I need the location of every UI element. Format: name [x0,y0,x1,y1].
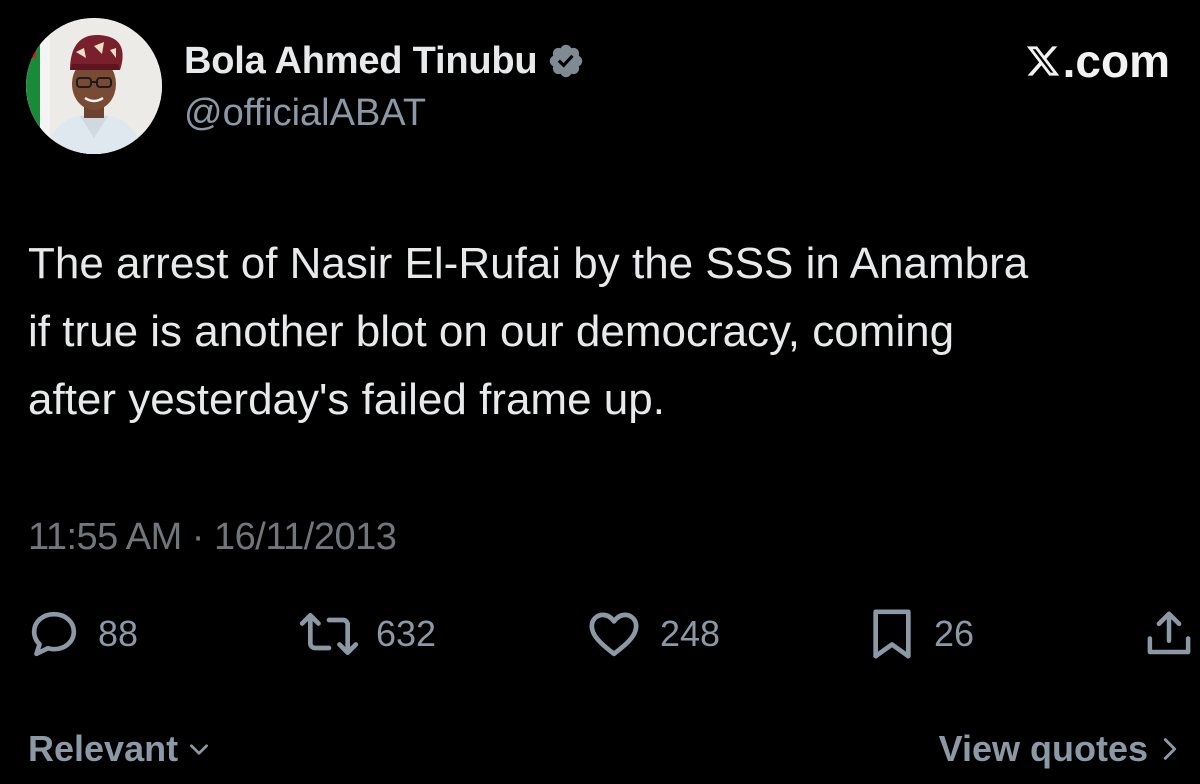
sort-label: Relevant [28,728,179,769]
verified-badge-icon [550,44,583,78]
repost-button[interactable]: 632 [298,606,436,662]
chevron-down-icon [190,744,209,755]
chevron-right-icon [1163,738,1177,760]
sort-replies-dropdown[interactable]: Relevant [28,728,212,770]
action-bar: 88 632 248 26 [26,606,1196,662]
bookmark-button[interactable]: 26 [866,606,974,662]
repost-icon [299,613,359,655]
share-icon [1147,611,1191,655]
view-quotes-label: View quotes [938,728,1148,769]
reply-count: 88 [98,613,139,654]
author-name-row[interactable]: Bola Ahmed Tinubu [184,38,585,84]
heart-icon [589,612,639,657]
share-button[interactable] [1142,606,1196,662]
like-count: 248 [660,613,721,654]
tweet-timestamp[interactable]: 11:55 AM · 16/11/2013 [28,516,397,559]
bookmark-icon [873,609,911,659]
view-quotes-link[interactable]: View quotes [939,728,1184,770]
reply-button[interactable]: 88 [26,606,138,662]
source-watermark: .com [1025,34,1170,88]
bookmark-count: 26 [934,613,975,654]
author-display-name[interactable]: Bola Ahmed Tinubu [184,40,538,83]
tweet-text: The arrest of Nasir El-Rufai by the SSS … [28,239,1029,424]
source-label: .com [1062,35,1170,87]
author-handle[interactable]: @officialABAT [184,92,426,135]
repost-count: 632 [376,613,437,654]
profile-photo [26,18,162,154]
like-button[interactable]: 248 [584,606,720,662]
x-logo-icon [1026,46,1059,76]
reply-icon [31,611,77,657]
avatar[interactable] [26,18,162,154]
